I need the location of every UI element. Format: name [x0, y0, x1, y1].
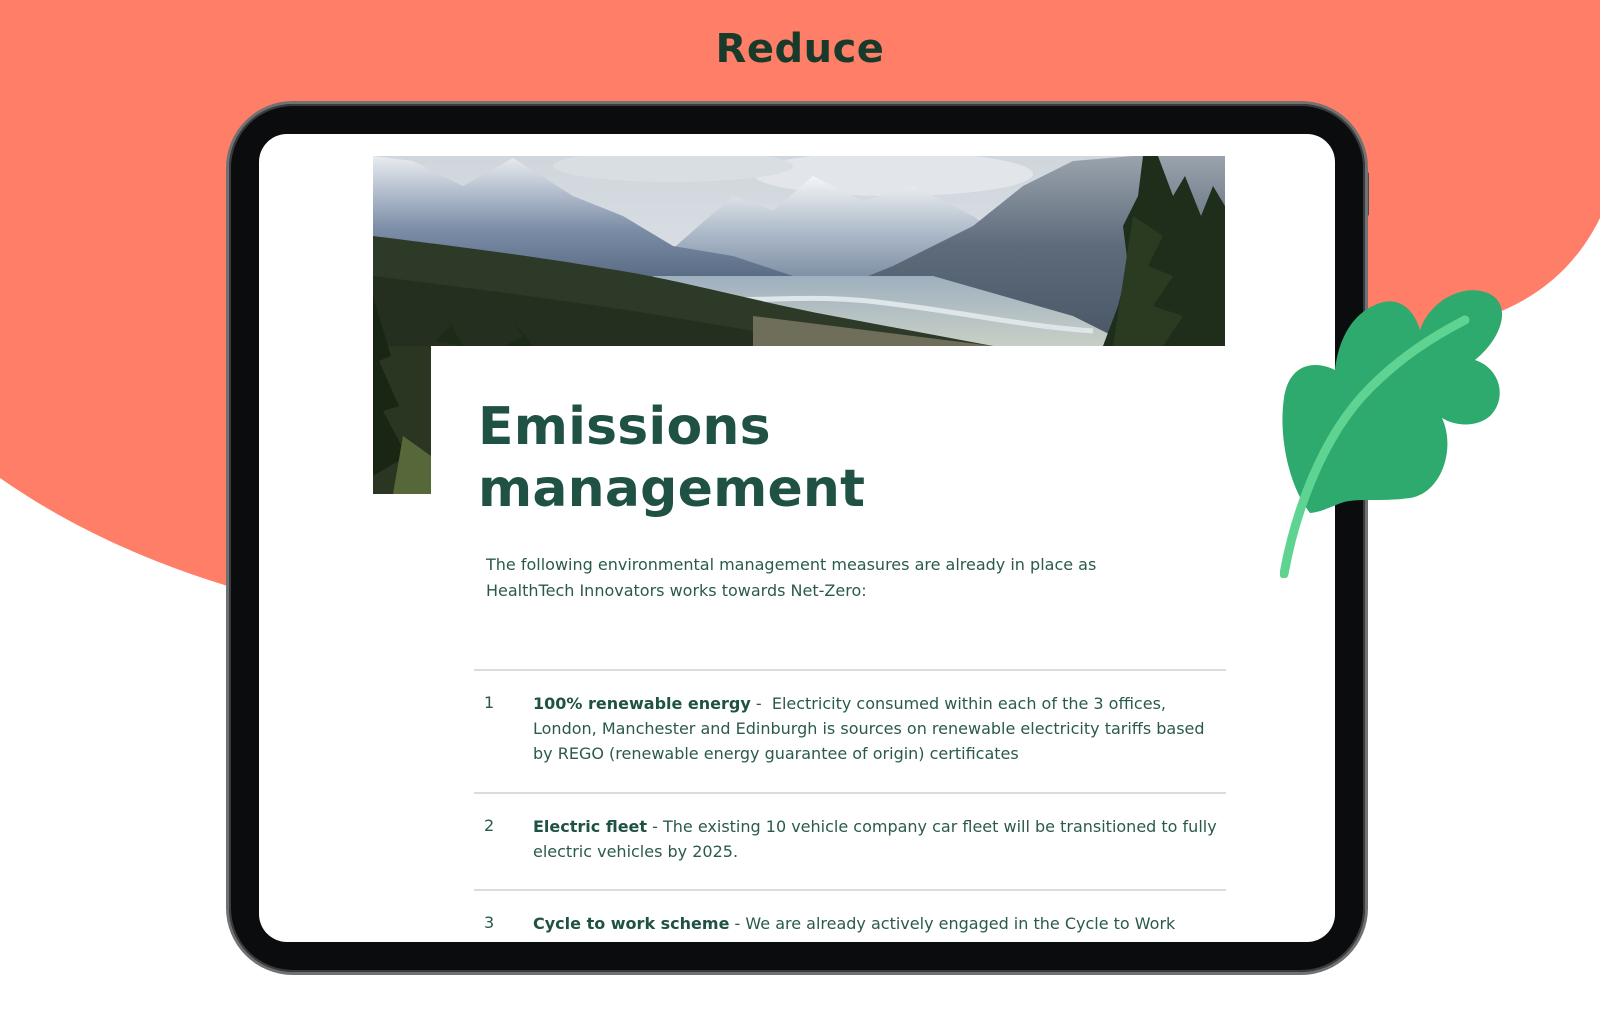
list-item-label: Electric fleet: [533, 817, 648, 836]
document-title-line2: management: [478, 459, 866, 519]
document-title-line1: Emissions: [478, 397, 771, 457]
document-title: Emissions management: [478, 396, 865, 520]
tablet-screen[interactable]: Emissions management The following envir…: [259, 134, 1335, 942]
list-item-number: 1: [484, 693, 495, 712]
intro-paragraph: The following environmental management m…: [486, 555, 1097, 600]
list-item-number: 2: [484, 816, 495, 835]
page-heading: Reduce: [715, 26, 885, 72]
list-item-body: 100% renewable energy - Electricity cons…: [533, 671, 1226, 766]
list-item: 2 Electric fleet - The existing 10 vehic…: [474, 792, 1226, 889]
list-item-separator: -: [750, 694, 772, 713]
list-item: 1 100% renewable energy - Electricity co…: [474, 669, 1226, 792]
tablet-frame: Emissions management The following envir…: [229, 104, 1365, 972]
list-item-label: Cycle to work scheme: [533, 914, 730, 933]
list-item-separator: -: [729, 914, 746, 933]
list-item-body: Electric fleet - The existing 10 vehicle…: [533, 794, 1226, 864]
list-item-body: Cycle to work scheme - We are already ac…: [533, 891, 1226, 936]
leaf-icon: [1280, 290, 1503, 578]
list-item: 3 Cycle to work scheme - We are already …: [474, 889, 1226, 942]
measures-list: 1 100% renewable energy - Electricity co…: [474, 669, 1226, 942]
list-item-separator: -: [647, 817, 663, 836]
list-item-text: We are already actively engaged in the C…: [745, 914, 1176, 933]
list-item-label: 100% renewable energy: [533, 694, 751, 713]
list-item-number: 3: [484, 913, 495, 932]
